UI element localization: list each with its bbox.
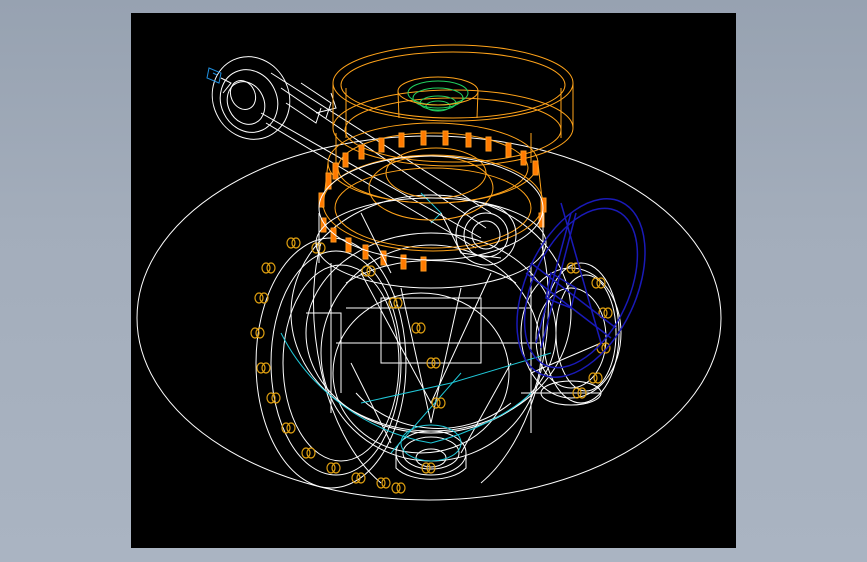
shaft-end-detail xyxy=(206,67,222,84)
actuator-base xyxy=(315,155,547,289)
ground-plane-ellipse xyxy=(136,135,722,501)
handwheel xyxy=(516,198,646,378)
valve-wireframe-drawing xyxy=(136,44,722,501)
internal-passage xyxy=(280,192,552,462)
shaft-assembly xyxy=(211,56,492,249)
top-cap xyxy=(407,80,469,112)
cad-viewport[interactable] xyxy=(131,13,736,548)
